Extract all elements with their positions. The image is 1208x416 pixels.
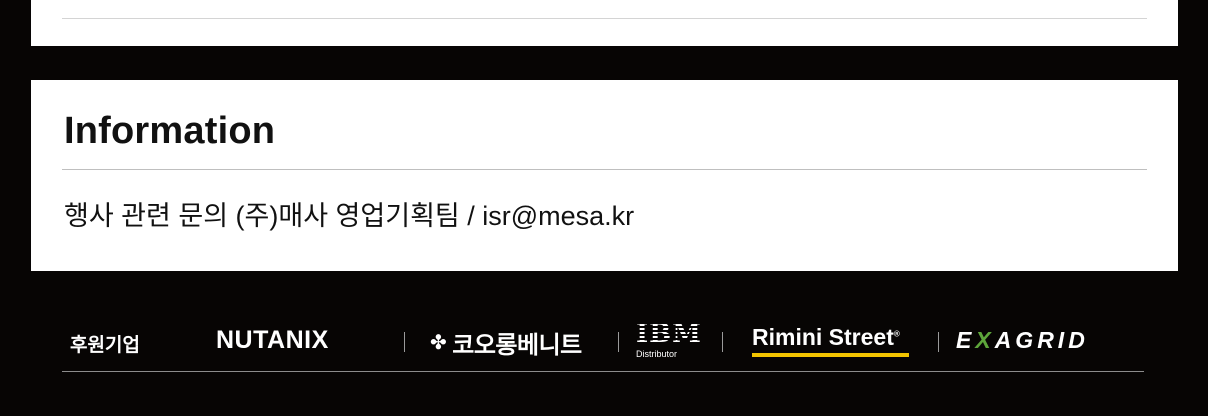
registered-mark-icon: ® [893, 329, 900, 339]
sponsor-bar: 후원기업 NUTANIX ✤ 코오롱베니트 IBM Distributor Ri… [62, 318, 1144, 362]
logo-separator [938, 332, 939, 352]
logo-separator [618, 332, 619, 352]
divider [62, 18, 1147, 19]
divider [62, 169, 1147, 170]
information-title: Information [64, 110, 276, 152]
logo-separator [722, 332, 723, 352]
kolon-mark-icon: ✤ [430, 332, 447, 354]
rimini-street-logo: Rimini Street® [752, 324, 909, 357]
rimini-underline [752, 353, 909, 357]
kolon-benit-wordmark: 코오롱베니트 [452, 332, 582, 359]
footer-divider [62, 371, 1144, 372]
exagrid-wordmark-end: AGRID [994, 327, 1089, 353]
exagrid-wordmark-start: E [956, 327, 976, 353]
kolon-benit-logo: ✤ 코오롱베니트 [430, 325, 582, 360]
ibm-wordmark: IBM [636, 320, 708, 348]
logo-separator [404, 332, 405, 352]
ibm-distributor-label: Distributor [636, 349, 678, 359]
rimini-street-wordmark: Rimini Street [752, 324, 894, 350]
exagrid-logo: EXAGRID [956, 327, 1089, 354]
contact-info-text: 행사 관련 문의 (주)매사 영업기획팀 / isr@mesa.kr [64, 201, 635, 231]
previous-section-card [31, 0, 1178, 46]
exagrid-x-mark: X [975, 327, 995, 353]
sponsor-label: 후원기업 [70, 335, 140, 356]
ibm-logo: IBM Distributor [636, 320, 708, 359]
information-card: Information 행사 관련 문의 (주)매사 영업기획팀 / isr@m… [31, 80, 1178, 271]
nutanix-logo: NUTANIX [216, 326, 329, 354]
